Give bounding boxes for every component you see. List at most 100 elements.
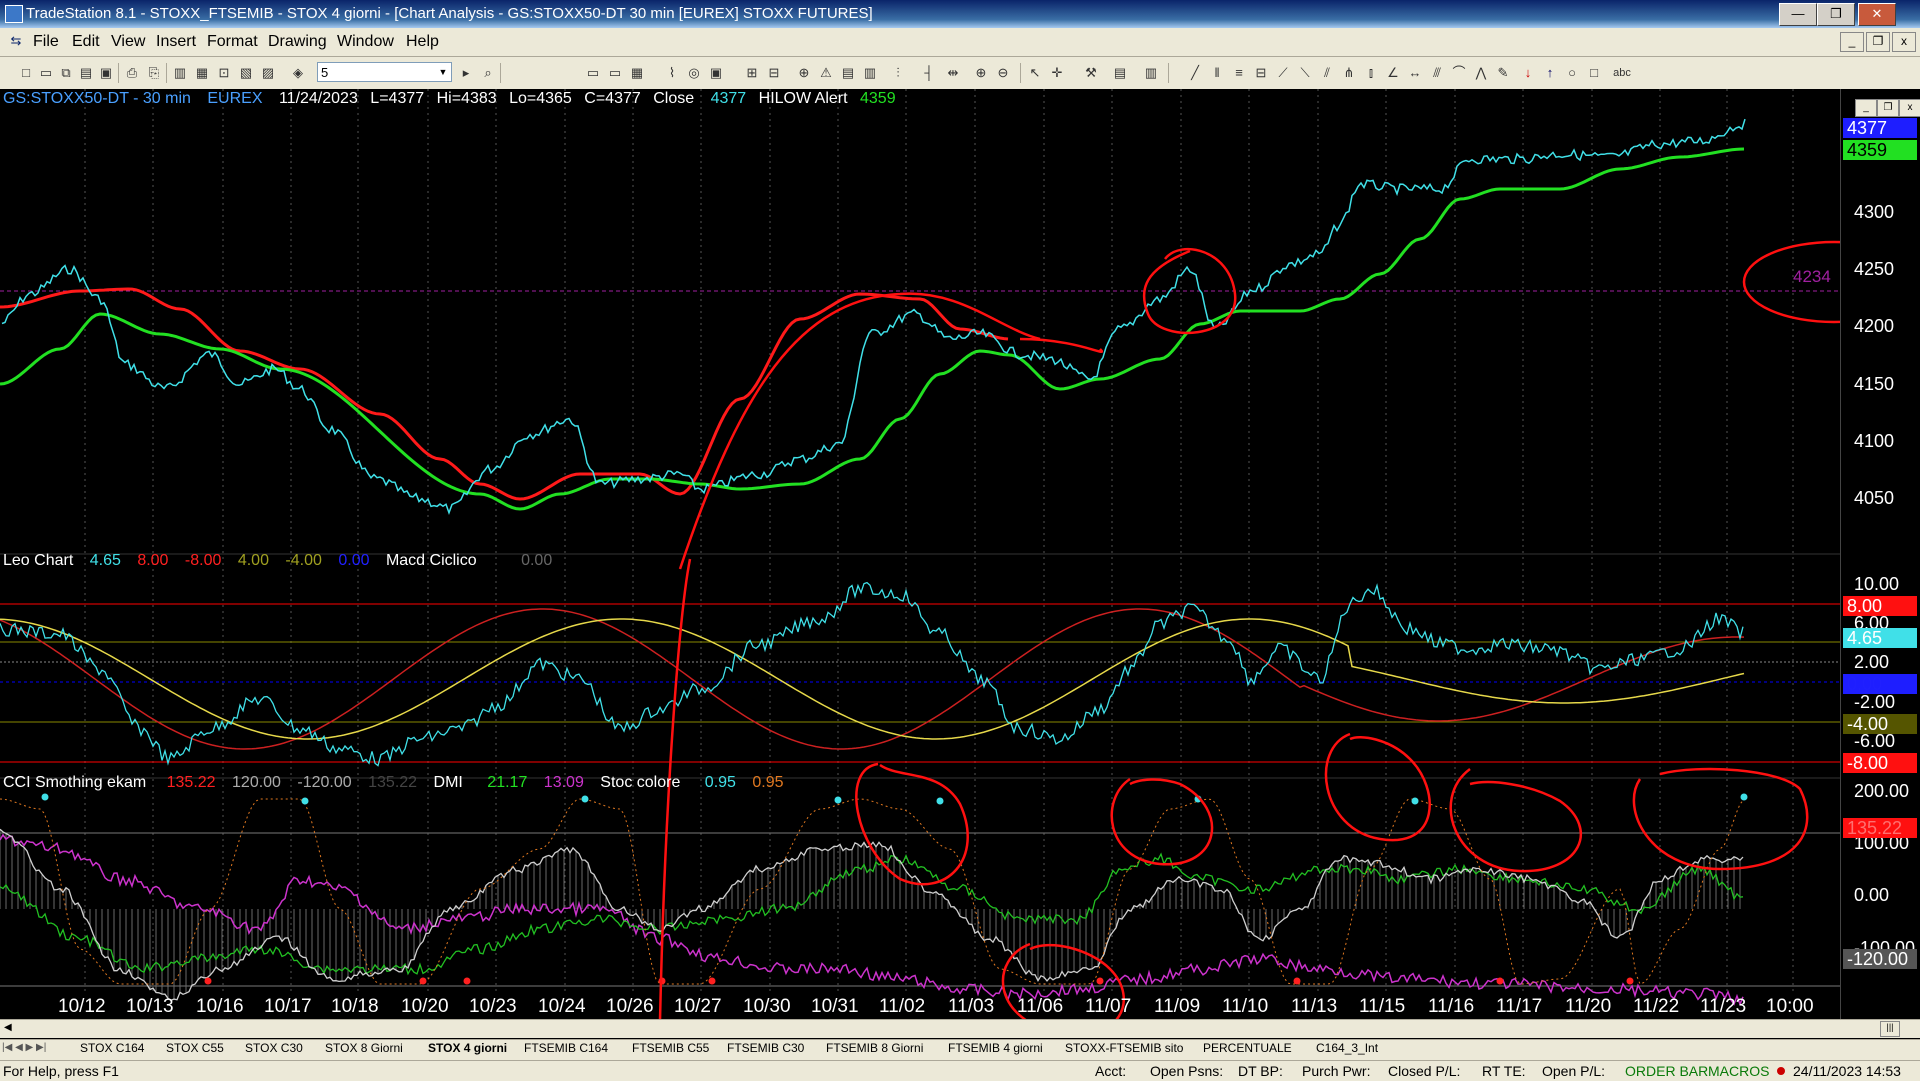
tab-8[interactable]: FTSEMIB 8 Giorni xyxy=(826,1041,923,1055)
subwindow-minimize-button[interactable]: _ xyxy=(1855,99,1877,117)
scan-icon[interactable]: ⊞ xyxy=(744,65,760,81)
alert-icon[interactable]: ⚠ xyxy=(818,65,834,81)
stoc-name: Stoc colore xyxy=(600,774,681,791)
tab-1[interactable]: STOX C55 xyxy=(166,1041,224,1055)
text-icon[interactable]: abc xyxy=(1610,65,1634,81)
tab-7[interactable]: FTSEMIB C30 xyxy=(727,1041,804,1055)
tab-4[interactable]: STOX 4 giorni xyxy=(428,1041,507,1055)
tab-10[interactable]: STOXX-FTSEMIB sito xyxy=(1065,1041,1183,1055)
subwindow-close-button[interactable]: x xyxy=(1899,99,1920,117)
arrow-up-blue-icon[interactable]: ↑ xyxy=(1542,65,1558,81)
paste-icon[interactable]: ▤ xyxy=(78,65,94,81)
options-icon[interactable]: ⊕ xyxy=(796,65,812,81)
speed-lines-icon[interactable]: ⫽ xyxy=(1319,65,1335,81)
fan-icon[interactable]: ⋀ xyxy=(1473,65,1489,81)
close-button[interactable]: ✕ xyxy=(1858,3,1896,26)
crosshair-icon[interactable]: ✛ xyxy=(1049,65,1065,81)
window-icon[interactable]: ▭ xyxy=(607,65,623,81)
leo-axis-tick: 10.00 xyxy=(1854,574,1900,594)
format-bar-icon[interactable]: ▥ xyxy=(1143,65,1159,81)
menu-insert[interactable]: Insert xyxy=(156,33,196,51)
horizontal-scrollbar[interactable]: ◀ ||| xyxy=(0,1019,1920,1038)
news-icon[interactable]: ▥ xyxy=(862,65,878,81)
status-macros[interactable]: MACROS xyxy=(1708,1063,1769,1079)
portfolio-icon[interactable]: ▣ xyxy=(708,65,724,81)
matrix-icon[interactable]: ⊟ xyxy=(766,65,782,81)
andrews-icon[interactable]: ⋔ xyxy=(1341,65,1357,81)
tab-9[interactable]: FTSEMIB 4 giorni xyxy=(948,1041,1043,1055)
arrow-right-icon[interactable]: ▸ xyxy=(458,65,474,81)
chart-window-icon[interactable]: ⇆ xyxy=(8,33,24,49)
insert-icon[interactable]: ▥ xyxy=(172,65,188,81)
channel-icon[interactable]: ⊟ xyxy=(1253,65,1269,81)
vertical-lines-icon[interactable]: ‖ xyxy=(1209,65,1225,81)
chevron-down-icon[interactable]: ▼ xyxy=(436,64,450,80)
horizontal-lines-icon[interactable]: ≡ xyxy=(1231,65,1247,81)
menu-drawing[interactable]: Drawing xyxy=(268,33,327,51)
settings-icon[interactable]: ▤ xyxy=(1112,65,1128,81)
ellipse-icon[interactable]: ○ xyxy=(1564,65,1580,81)
window-icon[interactable]: ▭ xyxy=(585,65,601,81)
chart-analysis-window[interactable]: GS:STOXX50-DT - 30 min EUREX 11/24/2023 … xyxy=(0,89,1920,1044)
mdi-minimize-button[interactable]: _ xyxy=(1840,32,1864,52)
tab-5[interactable]: FTSEMIB C164 xyxy=(524,1041,608,1055)
angle-icon[interactable]: ∠ xyxy=(1385,65,1401,81)
print-icon[interactable]: ⎙ xyxy=(124,65,140,81)
pen-icon[interactable]: ✎ xyxy=(1495,65,1511,81)
arc-icon[interactable]: ⌒ xyxy=(1451,65,1467,81)
zoom-in-icon[interactable]: ⊕ xyxy=(973,65,989,81)
pointer-icon[interactable]: ↖ xyxy=(1027,65,1043,81)
parallel-icon[interactable]: ⫻ xyxy=(1429,65,1445,81)
tab-0[interactable]: STOX C164 xyxy=(80,1041,144,1055)
subwindow-restore-button[interactable]: ❐ xyxy=(1877,99,1899,117)
tab-6[interactable]: FTSEMIB C55 xyxy=(632,1041,709,1055)
chart-icon[interactable]: ▨ xyxy=(260,65,276,81)
strategy-icon[interactable]: ▤ xyxy=(840,65,856,81)
fib-icon[interactable]: ⟋ xyxy=(1275,65,1291,81)
preview-icon[interactable]: ⎘ xyxy=(146,65,162,81)
mdi-close-button[interactable]: x xyxy=(1892,32,1916,52)
tab-12[interactable]: C164_3_Int xyxy=(1316,1041,1378,1055)
tab-3[interactable]: STOX 8 Giorni xyxy=(325,1041,403,1055)
tab-nav-icon[interactable]: |◀ ◀ ▶ ▶| xyxy=(2,1042,46,1053)
zoom-icon[interactable]: ⌕ xyxy=(480,65,496,81)
bars-icon[interactable]: ⫶ xyxy=(890,65,906,81)
menu-view[interactable]: View xyxy=(111,33,145,51)
lock-icon[interactable]: ⊡ xyxy=(216,65,232,81)
scroll-left-icon[interactable]: ◀ xyxy=(4,1022,12,1033)
radar-icon[interactable]: ◎ xyxy=(686,65,702,81)
table-icon[interactable]: ▦ xyxy=(629,65,645,81)
copy-icon[interactable]: ⧉ xyxy=(58,65,74,81)
interval-combo[interactable]: 5 ▼ xyxy=(317,62,452,82)
restore-button[interactable]: ❐ xyxy=(1817,3,1855,26)
tools-icon[interactable]: ⚒ xyxy=(1083,65,1099,81)
menu-window[interactable]: Window xyxy=(337,33,394,51)
scroll-thumb[interactable]: ||| xyxy=(1880,1021,1900,1037)
barchart-icon[interactable]: ┤ xyxy=(921,65,937,81)
zoom-out-icon[interactable]: ⊖ xyxy=(995,65,1011,81)
gann-icon[interactable]: ⟍ xyxy=(1297,65,1313,81)
menu-edit[interactable]: Edit xyxy=(72,33,100,51)
arrows-icon[interactable]: ↔ xyxy=(1407,65,1423,81)
trendline-icon[interactable]: ╱ xyxy=(1187,65,1203,81)
scroll-icon[interactable]: ⇹ xyxy=(945,65,961,81)
menu-help[interactable]: Help xyxy=(406,33,439,51)
layout-icon[interactable]: ▧ xyxy=(238,65,254,81)
tab-2[interactable]: STOX C30 xyxy=(245,1041,303,1055)
format-icon[interactable]: ▦ xyxy=(194,65,210,81)
arrow-down-red-icon[interactable]: ↓ xyxy=(1520,65,1536,81)
cci-white-line xyxy=(0,828,1744,1001)
tab-11[interactable]: PERCENTUALE xyxy=(1203,1041,1292,1055)
minimize-button[interactable]: — xyxy=(1779,3,1817,26)
rectangle-icon[interactable]: □ xyxy=(1586,65,1602,81)
new-icon[interactable]: □ xyxy=(18,65,34,81)
open-icon[interactable]: ▭ xyxy=(38,65,54,81)
menu-file[interactable]: File xyxy=(33,33,59,51)
mdi-restore-button[interactable]: ❐ xyxy=(1866,32,1890,52)
status-order-bar[interactable]: ORDER BAR xyxy=(1625,1063,1708,1079)
cycle-icon[interactable]: ⫾ xyxy=(1363,65,1379,81)
save-icon[interactable]: ▣ xyxy=(98,65,114,81)
data-icon[interactable]: ◈ xyxy=(290,65,306,81)
menu-format[interactable]: Format xyxy=(207,33,258,51)
chart-analysis-icon[interactable]: ⌇ xyxy=(664,65,680,81)
